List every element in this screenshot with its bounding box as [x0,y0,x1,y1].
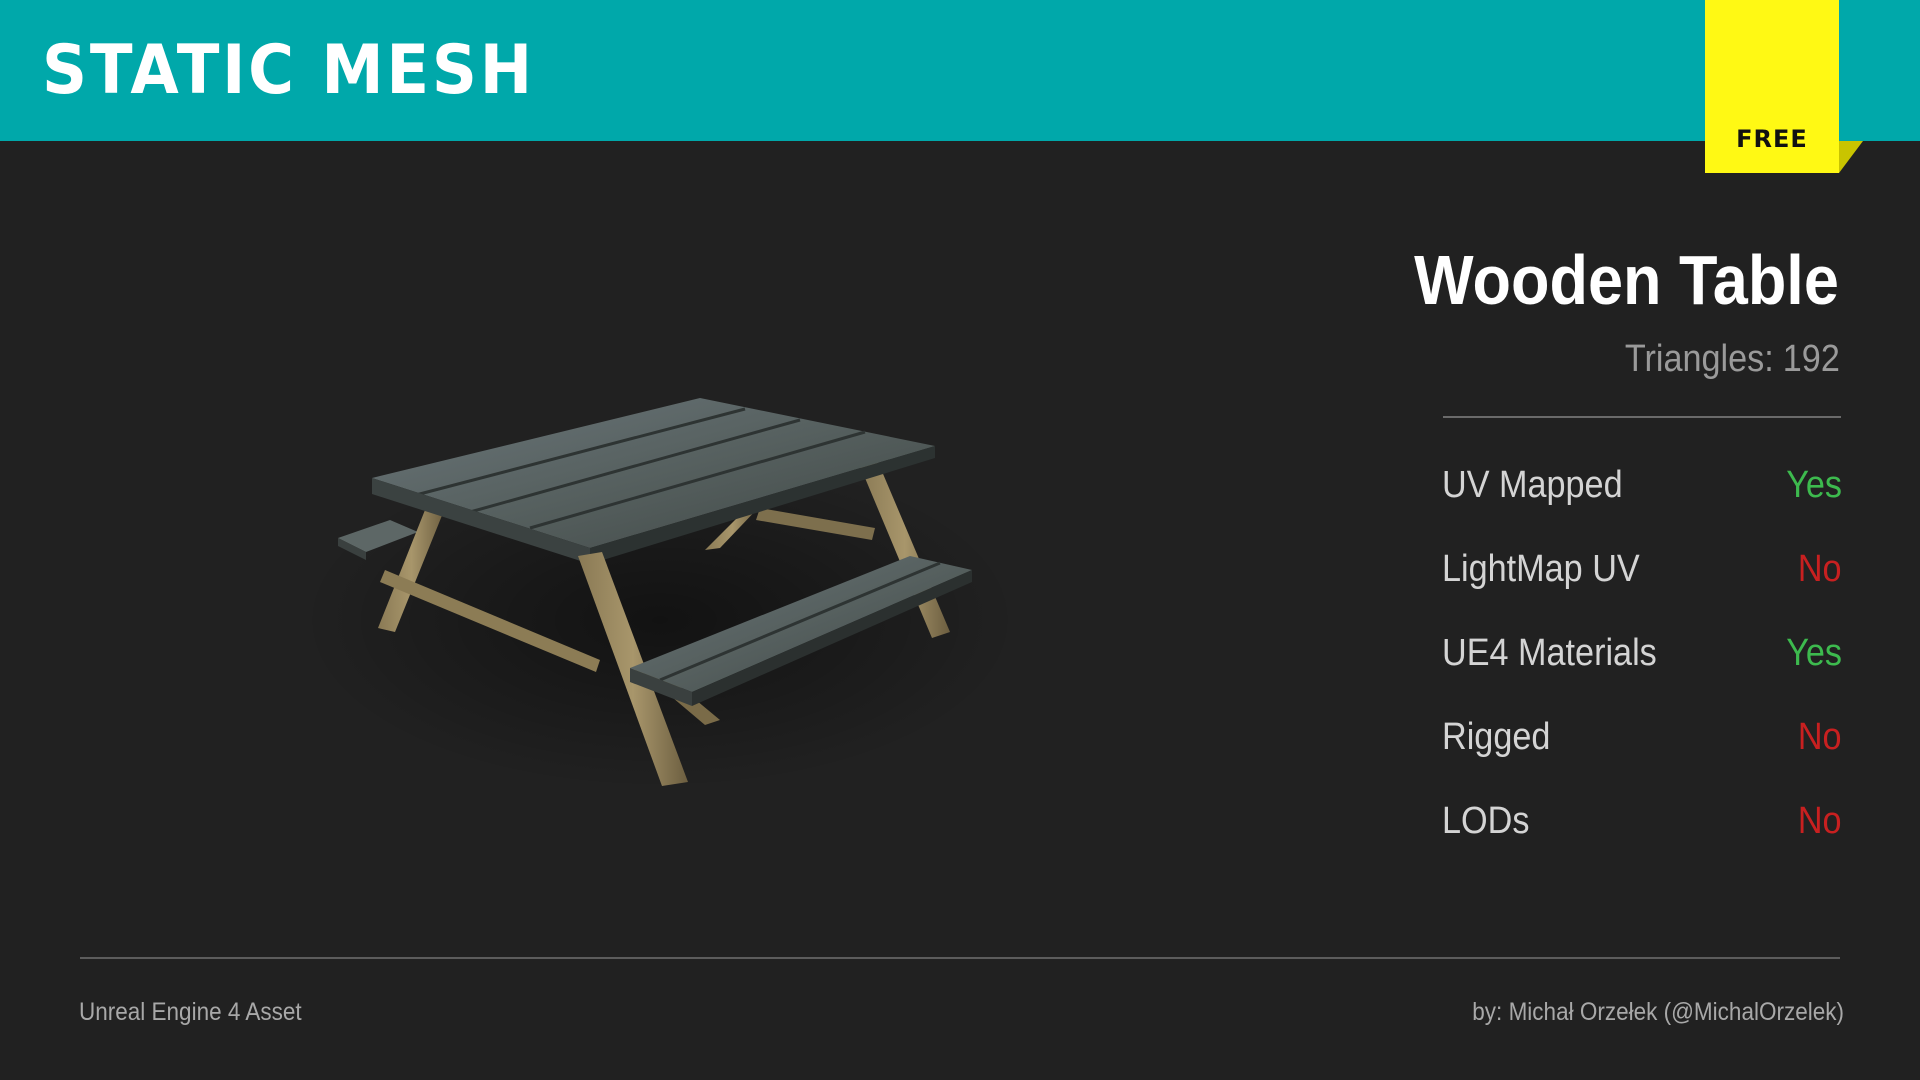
property-row-ue4-materials: UE4 Materials Yes [1442,623,1842,683]
badge-fold-shadow [1839,141,1863,173]
property-label: UV Mapped [1442,464,1623,506]
asset-title: Wooden Table [1414,241,1839,319]
free-badge: FREE [1705,0,1863,173]
property-label: LightMap UV [1442,548,1640,590]
property-row-lods: LODs No [1442,791,1842,851]
property-label: Rigged [1442,716,1551,758]
property-label: UE4 Materials [1442,632,1657,674]
footer-divider [80,957,1840,959]
picnic-table-mesh-preview [300,398,1020,790]
property-value: Yes [1786,464,1842,506]
property-row-lightmap-uv: LightMap UV No [1442,539,1842,599]
property-row-rigged: Rigged No [1442,707,1842,767]
triangle-count-value: 192 [1782,338,1840,380]
property-value: No [1798,800,1842,842]
header-title: STATIC MESH [42,31,535,110]
title-divider [1443,416,1841,418]
property-value: Yes [1786,632,1842,674]
badge-label: FREE [1736,125,1808,153]
property-row-uv-mapped: UV Mapped Yes [1442,455,1842,515]
triangle-count: Triangles: 192 [1625,338,1840,381]
asset-card: STATIC MESH FREE Wooden Table Triangles:… [0,0,1920,1080]
property-value: No [1798,548,1842,590]
badge-ribbon: FREE [1705,0,1839,173]
header-bar: STATIC MESH [0,0,1920,141]
triangle-count-label: Triangles: [1625,338,1774,380]
property-value: No [1798,716,1842,758]
footer-author-credit: by: Michał Orzełek (@MichalOrzelek) [1472,998,1844,1026]
property-label: LODs [1442,800,1530,842]
footer-engine-label: Unreal Engine 4 Asset [79,998,302,1026]
